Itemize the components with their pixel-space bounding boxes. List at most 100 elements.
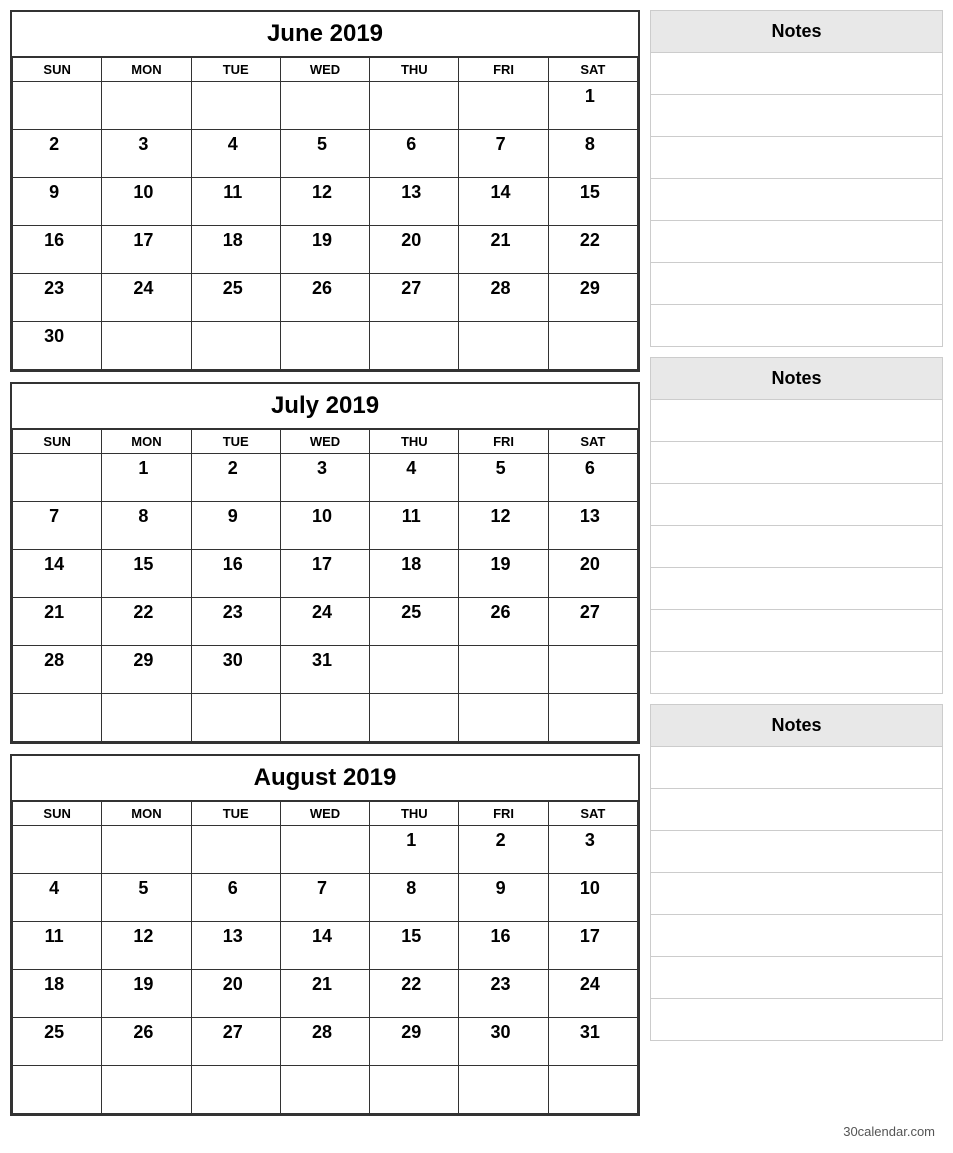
notes-line[interactable] <box>650 526 943 568</box>
calendar-day-cell: 1 <box>548 82 637 130</box>
notes-line[interactable] <box>650 484 943 526</box>
calendar-day-header: TUE <box>191 430 280 454</box>
calendar-title-1: July 2019 <box>12 384 638 429</box>
calendar-day-cell: 17 <box>548 922 637 970</box>
calendar-day-header: FRI <box>459 430 548 454</box>
calendar-day-cell: 30 <box>191 646 280 694</box>
page-container: June 2019SUNMONTUEWEDTHUFRISAT1234567891… <box>10 10 943 1116</box>
calendar-day-cell <box>280 1066 369 1114</box>
calendar-day-cell <box>459 322 548 370</box>
calendar-table-1: SUNMONTUEWEDTHUFRISAT1234567891011121314… <box>12 429 638 742</box>
calendar-day-cell <box>191 826 280 874</box>
calendar-table-0: SUNMONTUEWEDTHUFRISAT1234567891011121314… <box>12 57 638 370</box>
calendar-week-row: 14151617181920 <box>13 550 638 598</box>
calendar-day-cell: 15 <box>548 178 637 226</box>
notes-line[interactable] <box>650 873 943 915</box>
calendar-day-header: SAT <box>548 802 637 826</box>
calendar-day-cell: 5 <box>280 130 369 178</box>
calendar-day-cell <box>280 322 369 370</box>
calendar-day-header: WED <box>280 430 369 454</box>
notes-line[interactable] <box>650 999 943 1041</box>
calendar-day-cell: 9 <box>13 178 102 226</box>
calendar-day-cell: 26 <box>459 598 548 646</box>
calendar-day-cell: 17 <box>280 550 369 598</box>
calendar-day-cell <box>102 82 191 130</box>
calendar-day-cell <box>191 82 280 130</box>
calendar-day-cell: 10 <box>548 874 637 922</box>
calendar-day-cell: 23 <box>191 598 280 646</box>
calendar-day-header: THU <box>370 430 459 454</box>
notes-line[interactable] <box>650 263 943 305</box>
calendar-day-cell: 13 <box>548 502 637 550</box>
calendar-day-cell: 11 <box>191 178 280 226</box>
calendar-day-cell: 24 <box>280 598 369 646</box>
calendar-day-cell: 27 <box>191 1018 280 1066</box>
notes-line[interactable] <box>650 915 943 957</box>
calendar-day-cell: 16 <box>459 922 548 970</box>
notes-lines-0 <box>650 53 943 347</box>
calendar-day-cell: 31 <box>280 646 369 694</box>
calendar-week-row: 1 <box>13 82 638 130</box>
calendar-day-cell: 27 <box>548 598 637 646</box>
calendar-week-row: 21222324252627 <box>13 598 638 646</box>
calendar-day-cell <box>13 1066 102 1114</box>
calendar-day-cell: 20 <box>370 226 459 274</box>
notes-section-0: Notes <box>650 10 943 347</box>
calendar-day-cell <box>280 694 369 742</box>
calendar-day-header: WED <box>280 802 369 826</box>
notes-line[interactable] <box>650 652 943 694</box>
calendar-day-cell: 25 <box>13 1018 102 1066</box>
calendar-day-cell <box>13 82 102 130</box>
notes-line[interactable] <box>650 305 943 347</box>
calendar-week-row: 30 <box>13 322 638 370</box>
calendar-day-cell: 25 <box>370 598 459 646</box>
calendar-day-cell: 28 <box>459 274 548 322</box>
notes-line[interactable] <box>650 789 943 831</box>
calendar-day-cell: 2 <box>13 130 102 178</box>
notes-line[interactable] <box>650 442 943 484</box>
calendar-day-cell: 2 <box>459 826 548 874</box>
calendar-day-cell: 5 <box>102 874 191 922</box>
calendar-day-header: FRI <box>459 802 548 826</box>
calendar-day-cell <box>13 694 102 742</box>
calendar-day-cell: 28 <box>280 1018 369 1066</box>
calendar-day-cell: 19 <box>459 550 548 598</box>
calendar-day-cell <box>459 646 548 694</box>
notes-line[interactable] <box>650 400 943 442</box>
notes-line[interactable] <box>650 137 943 179</box>
calendar-day-cell: 21 <box>459 226 548 274</box>
calendar-day-cell: 16 <box>13 226 102 274</box>
calendar-day-cell <box>548 322 637 370</box>
calendar-day-cell: 28 <box>13 646 102 694</box>
calendar-day-cell <box>102 322 191 370</box>
calendar-day-cell <box>13 454 102 502</box>
calendar-day-cell: 1 <box>370 826 459 874</box>
notes-line[interactable] <box>650 747 943 789</box>
calendar-week-row <box>13 694 638 742</box>
notes-line[interactable] <box>650 610 943 652</box>
calendar-day-cell: 31 <box>548 1018 637 1066</box>
calendar-day-cell: 21 <box>280 970 369 1018</box>
calendar-day-cell <box>102 694 191 742</box>
notes-line[interactable] <box>650 95 943 137</box>
calendar-day-cell: 26 <box>280 274 369 322</box>
calendar-day-header: WED <box>280 58 369 82</box>
calendar-day-cell: 24 <box>102 274 191 322</box>
calendar-day-cell: 8 <box>370 874 459 922</box>
notes-header-1: Notes <box>650 357 943 400</box>
notes-line[interactable] <box>650 568 943 610</box>
notes-line[interactable] <box>650 957 943 999</box>
calendar-day-header: SAT <box>548 58 637 82</box>
calendar-day-cell <box>459 694 548 742</box>
notes-lines-1 <box>650 400 943 694</box>
notes-line[interactable] <box>650 831 943 873</box>
notes-line[interactable] <box>650 221 943 263</box>
calendar-day-cell: 18 <box>13 970 102 1018</box>
calendar-day-cell: 6 <box>370 130 459 178</box>
calendar-week-row: 9101112131415 <box>13 178 638 226</box>
calendar-day-cell: 4 <box>370 454 459 502</box>
notes-lines-2 <box>650 747 943 1041</box>
notes-line[interactable] <box>650 53 943 95</box>
calendar-day-header: MON <box>102 802 191 826</box>
notes-line[interactable] <box>650 179 943 221</box>
